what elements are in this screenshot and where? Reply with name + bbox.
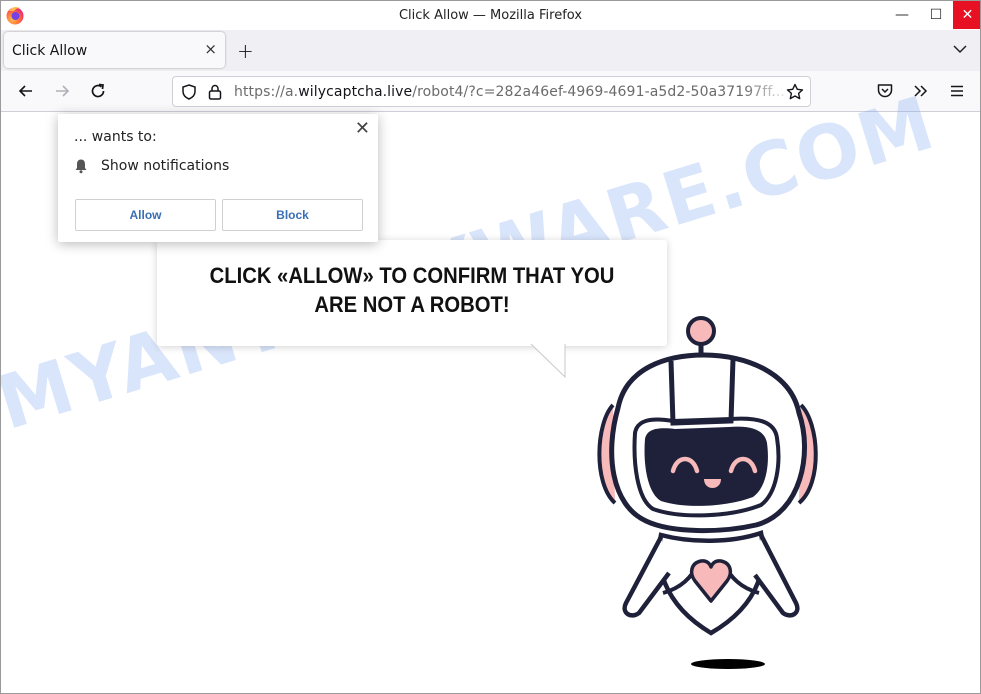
block-button[interactable]: Block <box>222 199 363 231</box>
speech-bubble-tail <box>529 343 566 379</box>
minimize-button[interactable]: — <box>887 1 917 29</box>
robot-shadow <box>691 659 765 669</box>
hamburger-menu-icon[interactable] <box>947 81 967 101</box>
tab-bar: Click Allow × + <box>1 30 980 71</box>
url-bar[interactable]: https://a.wilycaptcha.live/robot4/?c=282… <box>172 76 811 107</box>
title-bar: Click Allow — Mozilla Firefox — ☐ ✕ <box>1 1 980 30</box>
speech-bubble: CLICK «ALLOW» TO CONFIRM THAT YOU ARE NO… <box>157 240 667 346</box>
back-arrow-icon[interactable] <box>16 81 36 101</box>
page-headline: CLICK «ALLOW» TO CONFIRM THAT YOU ARE NO… <box>209 263 615 317</box>
more-tools-chevrons-icon[interactable] <box>911 81 931 101</box>
robot-illustration <box>597 316 818 669</box>
list-all-tabs-chevron-down-icon[interactable] <box>951 40 969 58</box>
close-window-button[interactable]: ✕ <box>953 1 980 29</box>
forward-arrow-icon[interactable] <box>52 81 72 101</box>
popup-close-icon[interactable]: ✕ <box>355 118 370 139</box>
url-text[interactable]: https://a.wilycaptcha.live/robot4/?c=282… <box>234 84 784 100</box>
tab-label: Click Allow <box>12 43 88 59</box>
browser-window: Click Allow — Mozilla Firefox — ☐ ✕ Clic… <box>0 0 981 694</box>
tab-close-icon[interactable]: × <box>204 40 217 58</box>
tab-click-allow[interactable]: Click Allow × <box>4 32 225 68</box>
maximize-button[interactable]: ☐ <box>921 1 951 29</box>
url-host: wilycaptcha.live <box>298 84 413 100</box>
reload-icon[interactable] <box>88 81 108 101</box>
new-tab-button[interactable]: + <box>237 39 254 63</box>
permission-row: Show notifications <box>73 158 229 174</box>
popup-wants-text: ... wants to: <box>74 129 157 145</box>
permission-label: Show notifications <box>101 158 230 174</box>
window-title: Click Allow — Mozilla Firefox <box>398 8 583 23</box>
allow-button[interactable]: Allow <box>75 199 216 231</box>
bell-icon <box>75 159 87 174</box>
pocket-icon[interactable] <box>875 81 895 101</box>
navigation-toolbar: https://a.wilycaptcha.live/robot4/?c=282… <box>1 71 980 112</box>
url-prefix: https://a. <box>234 84 299 100</box>
bookmark-star-icon[interactable] <box>785 82 805 102</box>
robot-head <box>609 352 807 534</box>
notification-permission-popup: ✕ ... wants to: Show notifications Allow… <box>58 114 378 242</box>
url-path: /robot4/?c=282a46ef-4969-4691-a5d2-50a37… <box>412 84 784 100</box>
tracking-protection-shield-icon[interactable] <box>180 83 198 101</box>
lock-icon[interactable] <box>207 83 223 101</box>
